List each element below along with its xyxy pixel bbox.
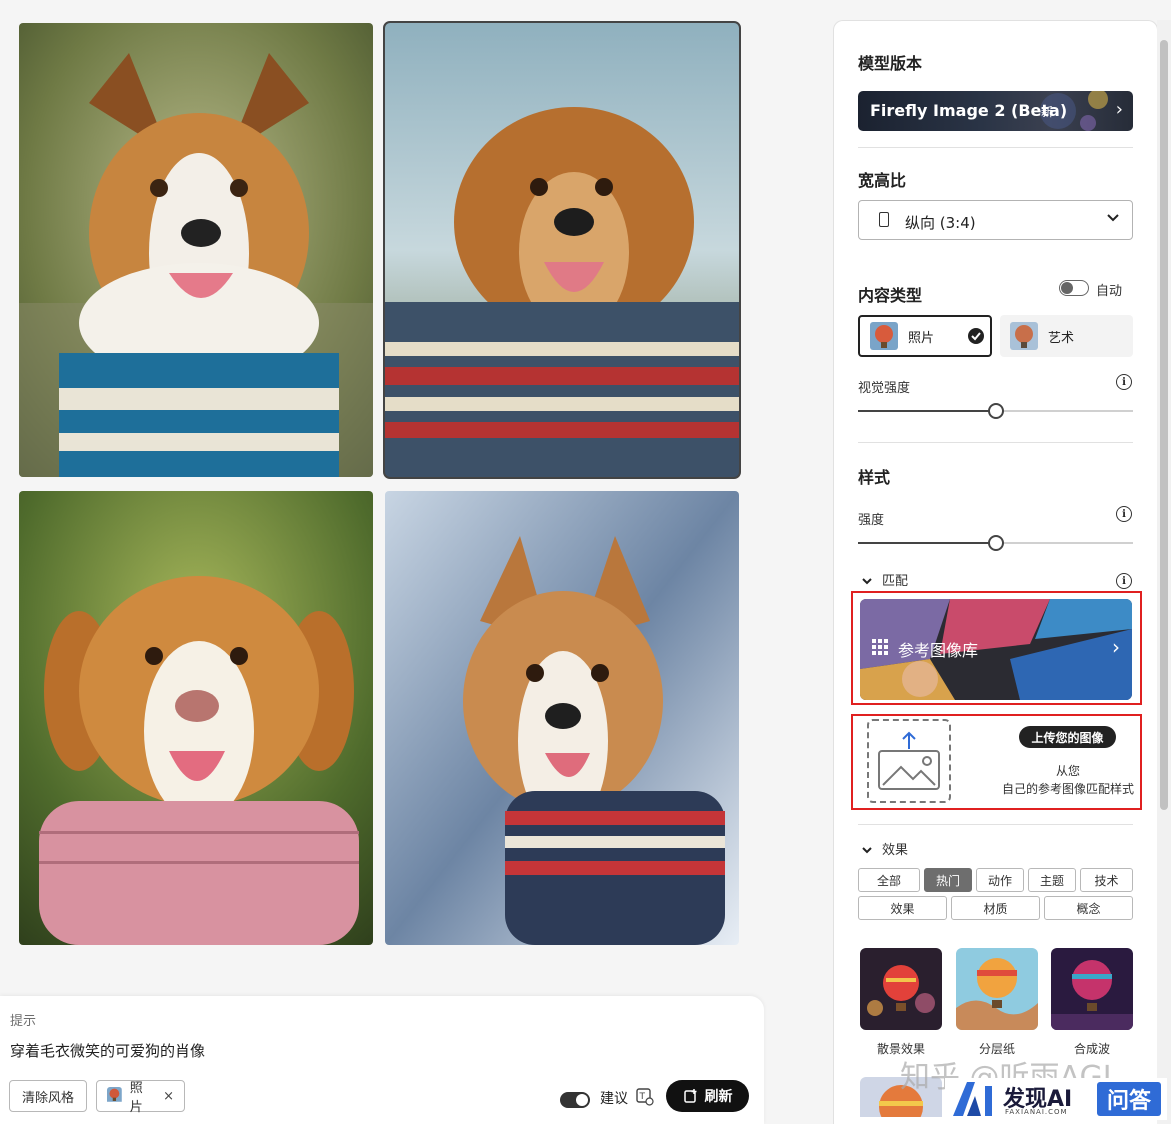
model-version-button[interactable]: Firefly Image 2 (Beta) 新 › xyxy=(858,91,1133,131)
aspect-ratio-title: 宽高比 xyxy=(858,171,907,190)
tab-popular[interactable]: 热门 xyxy=(924,868,972,892)
style-chip-photo: 照片 × xyxy=(96,1080,185,1115)
synthwave-thumbnail xyxy=(1051,948,1133,1030)
upload-desc-1: 从您 xyxy=(1055,764,1080,778)
tab-material[interactable]: 材质 xyxy=(951,896,1040,920)
clear-style-label: 清除风格 xyxy=(21,1090,74,1106)
tab-technique[interactable]: 技术 xyxy=(1080,868,1133,892)
suggest-label: 建议 xyxy=(600,1091,628,1107)
new-badge: 新 xyxy=(1041,105,1054,119)
effect-layered-paper[interactable]: 分层纸 xyxy=(956,948,1038,1057)
chevron-down-icon[interactable] xyxy=(861,841,873,860)
sidebar-scrollbar[interactable] xyxy=(1157,20,1171,1124)
info-icon[interactable]: i xyxy=(1116,374,1132,390)
chevron-down-icon xyxy=(1106,209,1120,228)
generated-image-4[interactable] xyxy=(385,491,739,945)
upload-image-area[interactable]: 上传您的图像 从您 自己的参考图像匹配样式 xyxy=(858,717,1143,809)
tab-all[interactable]: 全部 xyxy=(858,868,920,892)
art-thumbnail xyxy=(1010,322,1038,350)
effect-tabs-row-2: 效果 材质 概念 xyxy=(858,896,1133,920)
suggest-toggle[interactable] xyxy=(560,1092,590,1108)
tab-motion[interactable]: 动作 xyxy=(976,868,1024,892)
photo-style-thumbnail xyxy=(107,1087,122,1105)
style-chip-label: 照片 xyxy=(129,1081,143,1115)
refresh-label: 刷新 xyxy=(704,1089,733,1105)
model-version-title: 模型版本 xyxy=(858,54,923,73)
bokeh-thumbnail xyxy=(860,948,942,1030)
info-icon[interactable]: i xyxy=(1116,506,1132,522)
upload-desc-2: 自己的参考图像匹配样式 xyxy=(1001,782,1134,796)
text-settings-icon[interactable]: T xyxy=(636,1088,654,1110)
remove-chip-icon[interactable]: × xyxy=(163,1089,174,1104)
tab-effects[interactable]: 效果 xyxy=(858,896,947,920)
tab-concept[interactable]: 概念 xyxy=(1044,896,1133,920)
strength-slider[interactable] xyxy=(858,535,1133,551)
auto-label: 自动 xyxy=(1096,284,1123,299)
effect-tabs-row-1: 全部 热门 动作 主题 技术 xyxy=(858,868,1133,892)
content-type-art[interactable]: 艺术 xyxy=(1000,315,1133,357)
content-type-title: 内容类型 xyxy=(858,286,923,305)
tab-theme[interactable]: 主题 xyxy=(1028,868,1076,892)
prompt-input[interactable]: 穿着毛衣微笑的可爱狗的肖像 xyxy=(10,1040,205,1061)
art-label: 艺术 xyxy=(1048,330,1075,346)
clear-style-button[interactable]: 清除风格 xyxy=(9,1080,87,1112)
content-type-photo[interactable]: 照片 xyxy=(858,315,992,357)
refresh-icon xyxy=(683,1089,696,1103)
logo-subtext: FAXIANAI.COM xyxy=(1005,1108,1068,1116)
photo-thumbnail xyxy=(870,322,898,350)
model-name: Firefly Image 2 (Beta) xyxy=(870,101,1068,120)
chevron-right-icon: › xyxy=(1115,99,1123,120)
aspect-ratio-value: 纵向 (3:4) xyxy=(905,214,976,232)
generated-image-2[interactable] xyxy=(383,21,741,479)
qa-badge-label: 问答 xyxy=(1106,1089,1151,1114)
generated-image-3[interactable] xyxy=(19,491,373,945)
prompt-panel: 提示 穿着毛衣微笑的可爱狗的肖像 清除风格 照片 × 建议 T 刷新 xyxy=(0,996,764,1124)
visual-intensity-label: 视觉强度 xyxy=(858,381,911,396)
faxianai-logo: 发现AI FAXIANAI.COM 问答 xyxy=(945,1078,1167,1120)
match-label: 匹配 xyxy=(882,574,909,589)
photo-label: 照片 xyxy=(908,330,935,346)
portrait-icon xyxy=(879,212,889,227)
svg-text:T: T xyxy=(639,1092,646,1102)
upload-image-button[interactable]: 上传您的图像 xyxy=(1019,726,1116,748)
checkmark-icon xyxy=(968,328,984,348)
chevron-right-icon: › xyxy=(1112,635,1120,659)
auto-toggle[interactable] xyxy=(1059,280,1089,296)
strength-label: 强度 xyxy=(858,513,885,528)
refresh-button[interactable]: 刷新 xyxy=(666,1080,749,1112)
visual-intensity-slider[interactable] xyxy=(858,403,1133,419)
prompt-label: 提示 xyxy=(10,1014,37,1029)
generated-image-1[interactable] xyxy=(19,23,373,477)
qa-badge: 问答 xyxy=(1097,1082,1161,1116)
effects-label: 效果 xyxy=(882,843,909,858)
upload-image-icon xyxy=(867,719,951,803)
style-title: 样式 xyxy=(858,468,891,487)
settings-panel: 模型版本 Firefly Image 2 (Beta) 新 › 宽高比 纵向 (… xyxy=(833,20,1158,1124)
chevron-down-icon[interactable] xyxy=(861,572,873,591)
aspect-ratio-select[interactable]: 纵向 (3:4) xyxy=(858,200,1133,240)
layered-paper-thumbnail xyxy=(956,948,1038,1030)
effect-bokeh[interactable]: 散景效果 xyxy=(860,948,942,1057)
reference-gallery-label: 参考图像库 xyxy=(898,641,979,660)
reference-gallery-button[interactable]: 参考图像库 › xyxy=(860,599,1132,700)
effect-synthwave[interactable]: 合成波 xyxy=(1051,948,1133,1057)
grid-icon xyxy=(872,639,888,659)
info-icon[interactable]: i xyxy=(1116,573,1132,589)
